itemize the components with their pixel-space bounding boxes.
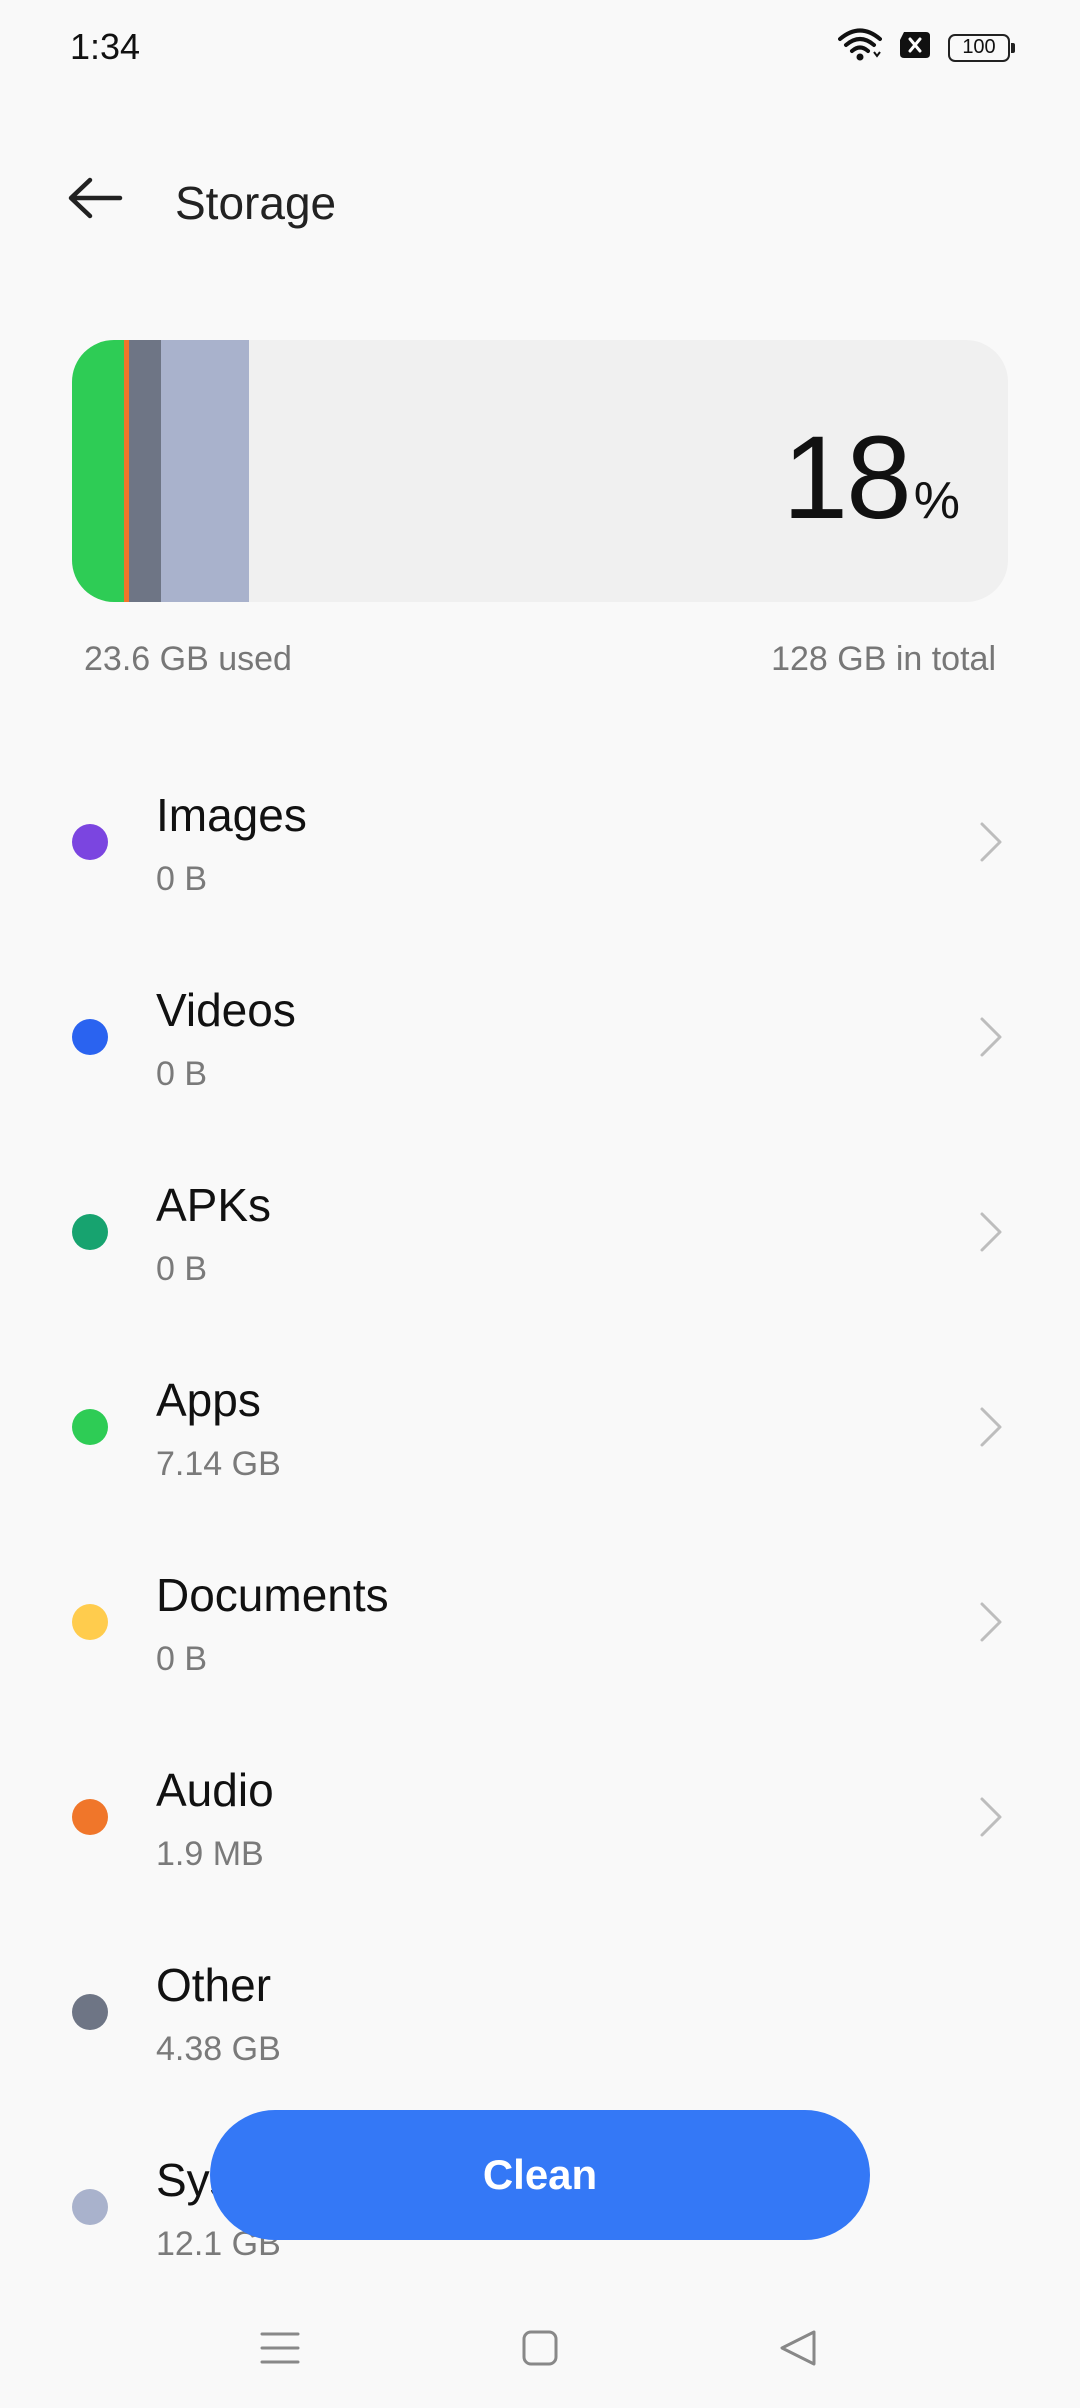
category-size: 4.38 GB xyxy=(156,2030,281,2068)
category-item-apps[interactable]: Apps 7.14 GB xyxy=(0,1327,1080,1522)
total-storage-label: 128 GB in total xyxy=(771,640,996,678)
menu-icon xyxy=(260,2330,300,2371)
sim-blocked-icon xyxy=(898,30,932,65)
chevron-right-icon xyxy=(970,820,1010,864)
status-bar: 1:34 100 xyxy=(0,0,1080,96)
category-color-dot xyxy=(72,2189,108,2225)
category-list: Images 0 B Videos 0 B APKs 0 B Apps 7.14… xyxy=(0,742,1080,2302)
category-name: Images xyxy=(156,789,307,841)
clean-button[interactable]: Clean xyxy=(210,2110,870,2240)
category-size: 0 B xyxy=(156,1055,208,1093)
chevron-right-icon xyxy=(970,1405,1010,1449)
used-storage-label: 23.6 GB used xyxy=(84,640,292,678)
category-size: 0 B xyxy=(156,1250,208,1288)
category-item-audio[interactable]: Audio 1.9 MB xyxy=(0,1717,1080,1912)
category-size: 7.14 GB xyxy=(156,1445,281,1483)
category-name: Videos xyxy=(156,984,296,1036)
home-icon xyxy=(521,2329,559,2372)
system-back-button[interactable] xyxy=(758,2310,838,2390)
category-color-dot xyxy=(72,1604,108,1640)
wifi-icon xyxy=(838,28,882,67)
battery-icon: 100 xyxy=(948,33,1015,62)
chevron-right-icon xyxy=(970,1600,1010,1644)
usage-percent-value: 18 xyxy=(782,412,911,544)
chevron-right-icon xyxy=(970,1210,1010,1254)
category-item-apks[interactable]: APKs 0 B xyxy=(0,1132,1080,1327)
category-size: 0 B xyxy=(156,860,208,898)
navigation-bar xyxy=(0,2290,1080,2408)
recents-button[interactable] xyxy=(240,2310,320,2390)
category-color-dot xyxy=(72,1994,108,2030)
home-button[interactable] xyxy=(500,2310,580,2390)
usage-bar-segment-system xyxy=(161,340,249,602)
back-triangle-icon xyxy=(778,2328,818,2373)
category-name: Audio xyxy=(156,1764,274,1816)
status-icons: 100 xyxy=(838,28,1015,67)
category-name: Other xyxy=(156,1959,272,2011)
category-name: Apps xyxy=(156,1374,261,1426)
category-color-dot xyxy=(72,1019,108,1055)
page-title: Storage xyxy=(175,177,337,229)
category-item-videos[interactable]: Videos 0 B xyxy=(0,937,1080,1132)
category-color-dot xyxy=(72,1214,108,1250)
category-name: APKs xyxy=(156,1179,272,1231)
usage-bar-segment-other xyxy=(129,340,161,602)
usage-percent-sign: % xyxy=(913,472,960,530)
usage-bar-segment-audio xyxy=(124,340,129,602)
category-size: 0 B xyxy=(156,1640,208,1678)
category-item-other[interactable]: Other 4.38 GB xyxy=(0,1912,1080,2107)
category-name: Documents xyxy=(156,1569,389,1621)
category-color-dot xyxy=(72,1799,108,1835)
storage-usage-bar: 18 % xyxy=(72,340,1008,602)
category-color-dot xyxy=(72,1409,108,1445)
usage-percent: 18 % xyxy=(782,410,960,546)
category-size: 1.9 MB xyxy=(156,1835,264,1873)
usage-bar-segment-apps xyxy=(72,340,124,602)
arrow-left-icon xyxy=(66,176,124,225)
category-item-documents[interactable]: Documents 0 B xyxy=(0,1522,1080,1717)
chevron-right-icon xyxy=(970,1015,1010,1059)
category-item-images[interactable]: Images 0 B xyxy=(0,742,1080,937)
app-bar: Storage xyxy=(0,150,1080,250)
category-color-dot xyxy=(72,824,108,860)
back-button[interactable] xyxy=(55,162,135,238)
status-time: 1:34 xyxy=(70,26,141,67)
chevron-right-icon xyxy=(970,1795,1010,1839)
